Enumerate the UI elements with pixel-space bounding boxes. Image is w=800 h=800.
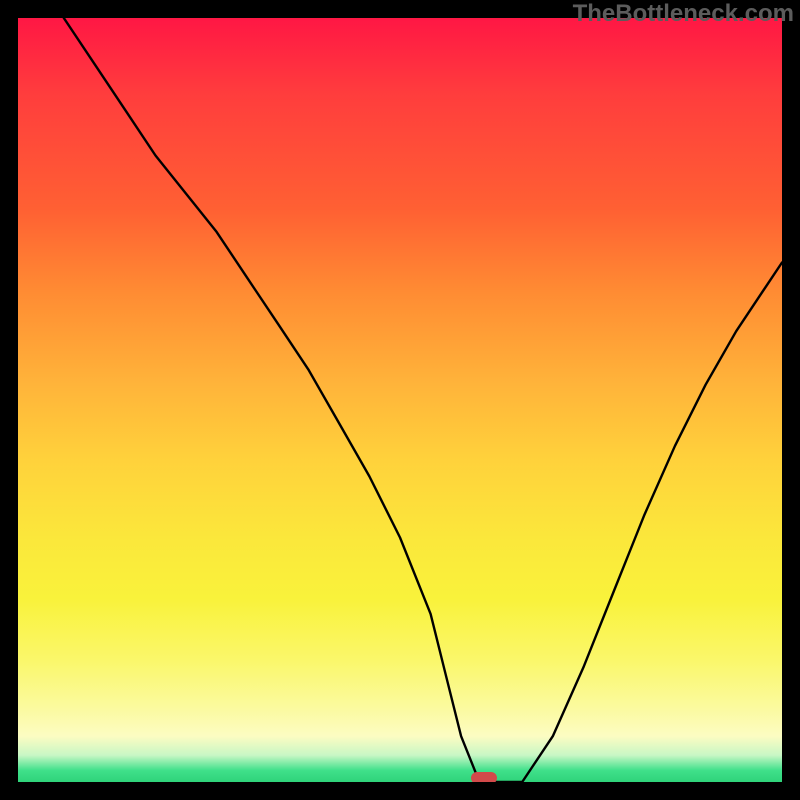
bottleneck-curve [64,18,782,782]
optimum-marker [471,772,497,782]
bottleneck-curve-svg [18,18,782,782]
watermark-text: TheBottleneck.com [573,0,794,28]
plot-area [18,18,782,782]
chart-frame: TheBottleneck.com [0,0,800,800]
